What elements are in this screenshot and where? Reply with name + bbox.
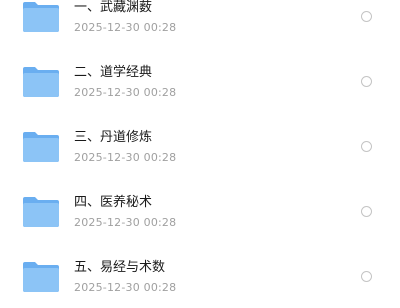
list-item[interactable]: 一、武藏渊薮 2025-12-30 00:28 — [0, 0, 400, 48]
folder-icon — [22, 131, 60, 163]
select-radio[interactable] — [361, 11, 372, 22]
list-item[interactable]: 二、道学经典 2025-12-30 00:28 — [0, 48, 400, 113]
select-radio[interactable] — [361, 141, 372, 152]
list-item[interactable]: 五、易经与术数 2025-12-30 00:28 — [0, 243, 400, 308]
file-list: 一、武藏渊薮 2025-12-30 00:28 二、道学经典 2025-12-3… — [0, 0, 400, 308]
list-item[interactable]: 三、丹道修炼 2025-12-30 00:28 — [0, 113, 400, 178]
list-item[interactable]: 四、医养秘术 2025-12-30 00:28 — [0, 178, 400, 243]
folder-icon — [22, 66, 60, 98]
select-radio[interactable] — [361, 206, 372, 217]
file-name: 三、丹道修炼 — [74, 130, 153, 145]
folder-icon — [22, 261, 60, 293]
file-date: 2025-12-30 00:28 — [74, 216, 177, 229]
folder-icon — [22, 196, 60, 228]
file-date: 2025-12-30 00:28 — [74, 86, 177, 99]
select-radio[interactable] — [361, 271, 372, 282]
file-name: 四、医养秘术 — [74, 195, 153, 210]
file-date: 2025-12-30 00:28 — [74, 151, 177, 164]
folder-icon — [22, 1, 60, 33]
file-date: 2025-12-30 00:28 — [74, 21, 177, 34]
file-date: 2025-12-30 00:28 — [74, 281, 177, 294]
file-name: 一、武藏渊薮 — [74, 0, 153, 15]
file-name: 二、道学经典 — [74, 65, 153, 80]
select-radio[interactable] — [361, 76, 372, 87]
file-name: 五、易经与术数 — [74, 260, 166, 275]
